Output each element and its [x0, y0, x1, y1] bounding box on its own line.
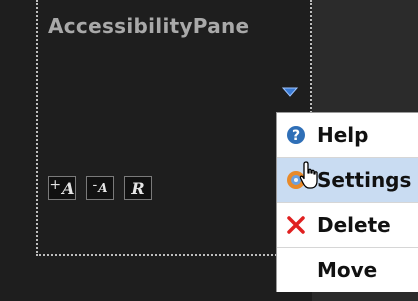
svg-text:?: ? — [292, 128, 300, 144]
menu-item-help[interactable]: ? Help — [277, 113, 418, 157]
hand-cursor-icon — [299, 161, 318, 189]
menu-item-move-label: Move — [317, 258, 378, 282]
pane-menu-dropdown-icon[interactable] — [282, 86, 298, 98]
reset-font-glyph: R — [131, 178, 145, 198]
menu-item-delete-label: Delete — [317, 213, 391, 237]
reset-font-button[interactable]: R — [124, 176, 152, 200]
menu-item-delete[interactable]: Delete — [277, 203, 418, 247]
decrease-font-button[interactable]: - A — [86, 176, 114, 200]
decrease-font-prefix: - — [92, 177, 98, 193]
accessibility-pane: AccessibilityPane + A - A R — [36, 0, 312, 256]
pane-title: AccessibilityPane — [48, 14, 250, 38]
increase-font-button[interactable]: + A — [48, 176, 76, 200]
decrease-font-glyph: A — [98, 181, 108, 195]
menu-item-help-label: Help — [317, 123, 369, 147]
delete-icon — [287, 216, 305, 234]
increase-font-glyph: A — [62, 178, 75, 198]
increase-font-prefix: + — [49, 177, 62, 193]
menu-item-move[interactable]: Move — [277, 248, 418, 292]
menu-item-settings-label: Settings — [317, 168, 412, 192]
help-icon: ? — [287, 126, 305, 144]
context-menu: ? Help Settings Delete Move — [276, 112, 418, 292]
